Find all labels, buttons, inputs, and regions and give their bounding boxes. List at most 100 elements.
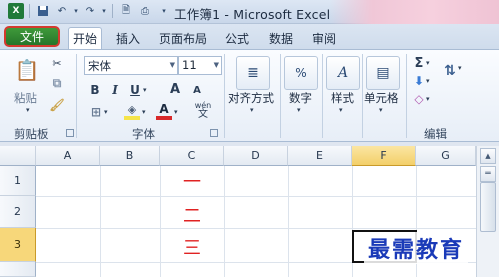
cells-button[interactable]: ▤ [366, 56, 400, 90]
format-painter-icon[interactable]: 🖌 [49, 98, 64, 112]
styles-button[interactable]: A [326, 56, 360, 90]
fill-color-dropdown-icon[interactable]: ▾ [142, 108, 146, 116]
paste-icon[interactable]: 📋 [14, 56, 40, 84]
column-header-e[interactable]: E [288, 146, 352, 166]
print-preview-icon[interactable]: 🗎 [118, 3, 134, 19]
autosum-dropdown-icon[interactable]: ▾ [426, 59, 430, 67]
qat-separator [112, 4, 113, 18]
row-header-1[interactable]: 1 [0, 166, 36, 196]
group-separator [322, 54, 323, 138]
fill-dropdown-icon[interactable]: ▾ [426, 77, 430, 85]
file-tab[interactable]: 文件 [4, 26, 60, 47]
clear-icon[interactable]: ◇ [412, 92, 426, 106]
row-header-4[interactable] [0, 262, 36, 277]
alignment-label: 对齐方式 [228, 91, 274, 105]
ribbon-home: 📋 粘贴 ▾ ✂ ⧉ 🖌 剪贴板 宋体 ▼ 11 ▼ B I U ▾ A A ⊞ ▾… [0, 49, 499, 142]
tab-insert[interactable]: 插入 [108, 28, 148, 49]
font-size-select[interactable]: 11 ▼ [178, 56, 222, 75]
paste-dropdown-icon[interactable]: ▾ [26, 106, 30, 114]
vertical-scrollbar[interactable]: ▲ ═ [476, 146, 499, 277]
column-header-f[interactable]: F [352, 146, 416, 166]
styles-dropdown-icon[interactable]: ▾ [339, 106, 343, 114]
autosum-icon[interactable]: Σ [412, 56, 426, 71]
sort-filter-icon[interactable]: ⇅ [442, 56, 458, 86]
underline-dropdown-icon[interactable]: ▾ [143, 86, 147, 94]
redo-icon[interactable]: ↷ [82, 3, 98, 19]
borders-dropdown-icon[interactable]: ▾ [104, 108, 108, 116]
excel-logo-icon[interactable]: X [8, 3, 24, 19]
title-bar: X ↶ ▾ ↷ ▾ 🗎 ⎙ ▾ 工作簿1 - Microsoft Excel [0, 0, 499, 24]
ribbon-tabs: 文件 开始 插入 页面布局 公式 数据 审阅 [0, 24, 499, 49]
number-format-button[interactable]: % [284, 56, 318, 90]
tab-page-layout[interactable]: 页面布局 [152, 28, 214, 49]
select-all-corner[interactable] [0, 146, 36, 166]
cells-dropdown-icon[interactable]: ▾ [379, 106, 383, 114]
fill-icon[interactable]: ⬇ [412, 74, 426, 88]
grid-line [288, 166, 289, 277]
grid-line [36, 228, 476, 229]
font-color-dropdown-icon[interactable]: ▾ [174, 108, 178, 116]
cells-label: 单元格 [364, 91, 399, 105]
window-title: 工作簿1 - Microsoft Excel [174, 7, 331, 22]
bold-button[interactable]: B [88, 82, 102, 98]
group-separator [362, 54, 363, 138]
phonetic-guide-icon[interactable]: wén 文 [194, 100, 212, 120]
number-label: 数字 [289, 91, 312, 105]
scroll-up-icon[interactable]: ▲ [480, 148, 496, 164]
grid-line [224, 166, 225, 277]
cell-c3[interactable]: 三 [160, 234, 224, 260]
shrink-font-button[interactable]: A [190, 82, 204, 98]
undo-dropdown-icon[interactable]: ▾ [73, 3, 79, 19]
chevron-down-icon: ▼ [213, 61, 219, 69]
print-icon[interactable]: ⎙ [137, 3, 153, 19]
group-separator [224, 54, 225, 138]
undo-icon[interactable]: ↶ [54, 3, 70, 19]
align-lines-icon: ≣ [247, 65, 259, 81]
borders-icon[interactable]: ⊞ [88, 104, 104, 120]
copy-icon[interactable]: ⧉ [50, 76, 64, 90]
tab-data[interactable]: 数据 [262, 28, 300, 49]
scrollbar-thumb[interactable] [480, 182, 496, 232]
styles-label: 样式 [331, 91, 354, 105]
styles-icon: A [337, 65, 349, 81]
tab-review[interactable]: 审阅 [306, 28, 342, 49]
underline-button[interactable]: U [128, 82, 142, 98]
grid-line [100, 166, 101, 277]
font-launcher-icon[interactable] [210, 129, 218, 137]
save-icon[interactable] [35, 3, 51, 19]
cut-icon[interactable]: ✂ [50, 56, 64, 70]
fill-color-icon[interactable]: ◈ [124, 102, 140, 120]
font-group-label: 字体 [132, 127, 155, 141]
column-header-b[interactable]: B [100, 146, 160, 166]
alignment-dropdown-icon[interactable]: ▾ [250, 106, 254, 114]
row-header-3[interactable]: 3 [0, 228, 36, 262]
clear-dropdown-icon[interactable]: ▾ [426, 95, 430, 103]
font-name-select[interactable]: 宋体 ▼ [84, 56, 178, 75]
title-bar-blurred-region [330, 0, 499, 24]
number-dropdown-icon[interactable]: ▾ [297, 106, 301, 114]
column-header-c[interactable]: C [160, 146, 224, 166]
customize-qat-icon[interactable]: ▾ [156, 3, 172, 19]
clipboard-launcher-icon[interactable] [66, 129, 74, 137]
cells-icon: ▤ [376, 65, 390, 81]
chevron-down-icon: ▼ [169, 61, 175, 69]
paste-label: 粘贴 [14, 91, 37, 105]
font-name-value: 宋体 [88, 59, 111, 73]
font-color-icon[interactable]: A [156, 102, 172, 120]
alignment-button[interactable]: ≣ [236, 56, 270, 90]
redo-dropdown-icon[interactable]: ▾ [101, 3, 107, 19]
italic-button[interactable]: I [108, 82, 122, 98]
row-header-2[interactable]: 2 [0, 196, 36, 228]
grow-font-button[interactable]: A [168, 80, 182, 98]
cell-c1[interactable]: 一 [160, 168, 224, 194]
column-header-g[interactable]: G [416, 146, 476, 166]
cell-c2[interactable]: 二 [160, 202, 224, 228]
split-box-icon[interactable]: ═ [480, 166, 496, 182]
column-header-a[interactable]: A [36, 146, 100, 166]
column-header-d[interactable]: D [224, 146, 288, 166]
sort-filter-dropdown-icon[interactable]: ▾ [458, 64, 462, 72]
font-size-value: 11 [182, 58, 197, 72]
quick-access-toolbar: X ↶ ▾ ↷ ▾ 🗎 ⎙ ▾ [8, 3, 172, 19]
tab-formulas[interactable]: 公式 [218, 28, 256, 49]
tab-home[interactable]: 开始 [68, 27, 102, 49]
